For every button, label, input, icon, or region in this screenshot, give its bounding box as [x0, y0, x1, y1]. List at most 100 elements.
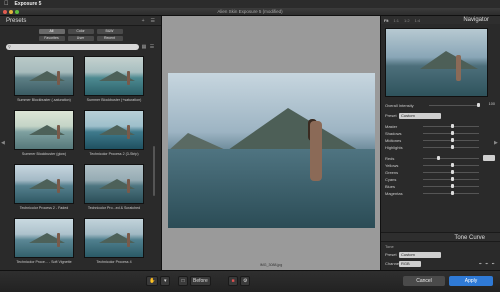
- single-view-icon[interactable]: □: [178, 276, 188, 286]
- filter-all[interactable]: All: [38, 29, 65, 34]
- presets-scrollbar[interactable]: [153, 146, 155, 196]
- overall-intensity-value: 100: [488, 102, 495, 106]
- channel-label: Channel: [385, 261, 400, 266]
- image-filename: IMG_3088.jpg: [259, 263, 283, 267]
- slider-knob[interactable]: [451, 184, 454, 188]
- slider-value: [483, 123, 495, 129]
- preset-item[interactable]: Summer Blockbuster (+saturation): [84, 56, 144, 102]
- slider-value: [483, 162, 495, 168]
- tone-curve-header[interactable]: Tone Curve: [381, 232, 500, 242]
- before-toggle-button[interactable]: Before: [190, 276, 211, 286]
- preset-item[interactable]: Technicolor Process 2 (3-Strip): [84, 110, 144, 156]
- panel-menu-icon[interactable]: ☰: [151, 18, 155, 24]
- preset-label: Summer Blockbuster (-saturation): [17, 98, 71, 102]
- preset-item[interactable]: Technicolor Process 2 - Faded: [14, 164, 74, 210]
- slider-row: Midtones: [385, 137, 495, 144]
- preview-image[interactable]: [168, 73, 375, 228]
- slider-label: Blues: [385, 184, 396, 189]
- tone-preset-dropdown[interactable]: Custom: [399, 251, 441, 258]
- preset-thumbnail: [14, 218, 74, 258]
- slider-value: [483, 130, 495, 136]
- slider-label: Highlights: [385, 145, 403, 150]
- slider-knob[interactable]: [451, 131, 454, 135]
- zoom-fit-tab[interactable]: Fit: [384, 18, 388, 23]
- slider-label: Shadows: [385, 131, 402, 136]
- image-canvas[interactable]: IMG_3088.jpg: [162, 16, 380, 270]
- add-icon[interactable]: +: [142, 18, 145, 24]
- preset-label: Technicolor Proce... - Soft Vignette: [16, 260, 72, 264]
- preset-item[interactable]: Technicolor Pro...ed & Scratched: [84, 164, 144, 210]
- slider-label: Cyans: [385, 177, 397, 182]
- collapse-right-icon[interactable]: ▶: [494, 140, 498, 146]
- preset-dropdown[interactable]: Custom: [399, 112, 441, 119]
- slider-knob[interactable]: [451, 138, 454, 142]
- filter-color[interactable]: Color: [67, 29, 94, 34]
- tone-curve-title: Tone Curve: [454, 235, 485, 241]
- zoom-1-1-tab[interactable]: 1:1: [393, 18, 399, 23]
- preset-item[interactable]: Summer Blockbuster (-saturation): [14, 56, 74, 102]
- hand-tool-icon[interactable]: ✋: [146, 276, 159, 286]
- slider-label: Yellows: [385, 163, 399, 168]
- zoom-1-2-tab[interactable]: 1:2: [404, 18, 410, 23]
- preset-search-input[interactable]: ⚲: [6, 44, 139, 50]
- slider-knob[interactable]: [451, 170, 454, 174]
- slider-value: [483, 190, 495, 196]
- slider-value[interactable]: [483, 155, 495, 161]
- slider-value: [483, 176, 495, 182]
- cancel-button[interactable]: Cancel: [403, 276, 445, 286]
- slider-knob[interactable]: [451, 163, 454, 167]
- slider-label: Reds: [385, 156, 395, 161]
- slider-row: Magentas: [385, 190, 495, 197]
- overall-intensity-row: Overall Intensity 100: [385, 102, 495, 109]
- slider-knob[interactable]: [451, 124, 454, 128]
- tone-preset-row: Preset Custom: [385, 251, 495, 258]
- zoom-dropdown-icon[interactable]: ▾: [160, 276, 171, 286]
- slider-label: Greens: [385, 170, 399, 175]
- slider-knob[interactable]: [477, 103, 480, 107]
- zoom-1-4-tab[interactable]: 1:4: [415, 18, 421, 23]
- slider-knob[interactable]: [437, 156, 440, 160]
- eyedropper-white-icon[interactable]: ✒: [492, 261, 495, 266]
- slider-row: Highlights: [385, 144, 495, 151]
- eyedropper-gray-icon[interactable]: ✒: [485, 261, 488, 266]
- slider-row: Cyans: [385, 176, 495, 183]
- settings-gear-icon[interactable]: ⚙: [240, 276, 251, 286]
- slider-knob[interactable]: [451, 177, 454, 181]
- preset-row: Preset Custom: [385, 112, 495, 119]
- slider-knob[interactable]: [451, 145, 454, 149]
- filter-bw[interactable]: B&W: [96, 29, 123, 34]
- channel-dropdown[interactable]: RGB: [399, 260, 421, 267]
- preset-item[interactable]: Technicolor Process 4: [84, 218, 144, 264]
- bottom-toolbar: ✋ ▾ □ Before ■ ⚙ Cancel Apply: [0, 270, 500, 292]
- slider-row: Master: [385, 123, 495, 130]
- preset-label: Technicolor Process 2 - Faded: [19, 206, 69, 210]
- apply-button[interactable]: Apply: [449, 276, 493, 286]
- collapse-left-icon[interactable]: ◀: [1, 140, 5, 146]
- preset-item[interactable]: Summer Blockbuster (glow): [14, 110, 74, 156]
- slider-label: Midtones: [385, 138, 402, 143]
- preset-label: Technicolor Process 2 (3-Strip): [89, 152, 139, 156]
- eyedropper-black-icon[interactable]: ✒: [479, 261, 482, 266]
- masking-icon[interactable]: ■: [228, 276, 238, 286]
- overall-intensity-slider[interactable]: [429, 105, 479, 106]
- preset-item[interactable]: Technicolor Proce... - Soft Vignette: [14, 218, 74, 264]
- filter-favorites[interactable]: Favorites: [38, 36, 65, 41]
- slider-knob[interactable]: [451, 191, 454, 195]
- navigator-thumbnail[interactable]: [385, 28, 488, 97]
- compare-tools: □ Before: [178, 276, 211, 286]
- slider-track[interactable]: [423, 158, 479, 159]
- filter-recent[interactable]: Recent: [96, 36, 123, 41]
- apple-menu-icon[interactable]: : [4, 1, 9, 7]
- presets-grid: Summer Blockbuster (-saturation) Summer …: [10, 56, 152, 268]
- presets-title: Presets: [6, 17, 27, 24]
- app-menu[interactable]: Exposure 5: [15, 1, 42, 7]
- preset-label: Summer Blockbuster (+saturation): [86, 98, 142, 102]
- slider-value: [483, 169, 495, 175]
- slider-row: Shadows: [385, 130, 495, 137]
- extra-tools: ■ ⚙: [228, 276, 251, 286]
- grid-view-icon[interactable]: ▦: [141, 44, 147, 50]
- list-view-icon[interactable]: ☰: [149, 44, 155, 50]
- preset-search-row: ⚲ ▦ ☰: [6, 44, 155, 50]
- preset-filters: All Color B&W Favorites User Recent: [0, 29, 161, 41]
- filter-user[interactable]: User: [67, 36, 94, 41]
